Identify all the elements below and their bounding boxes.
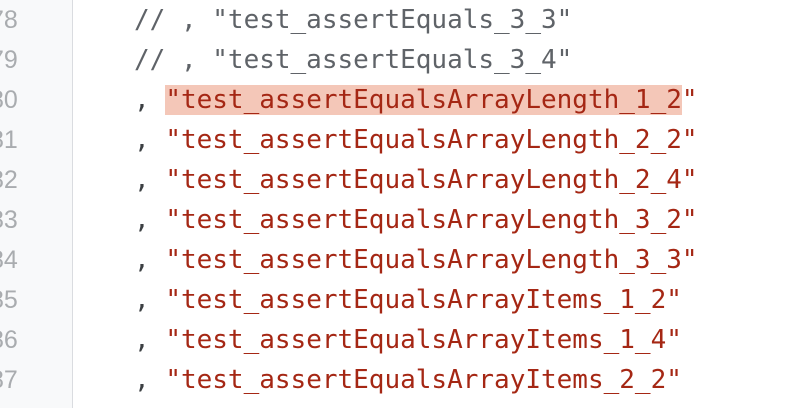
code-line-string[interactable]: , "test_assertEqualsArrayItems_1_2" bbox=[134, 280, 698, 320]
string-literal: test_assertEqualsArrayLength_3_3 bbox=[180, 245, 682, 275]
code-editor[interactable]: 78 79 80 81 82 83 84 85 86 87 // , "test… bbox=[0, 0, 806, 408]
quote-mark: " bbox=[681, 85, 698, 115]
quote-mark: " bbox=[165, 285, 181, 315]
line-number: 87 bbox=[0, 366, 18, 394]
quote-mark: " bbox=[666, 365, 682, 395]
code-lines[interactable]: // , "test_assertEquals_3_3" // , "test_… bbox=[134, 0, 698, 400]
line-number: 83 bbox=[0, 206, 18, 234]
line-number: 84 bbox=[0, 246, 18, 274]
quote-mark: " bbox=[666, 325, 682, 355]
comment-text: // , "test_assertEquals_3_4" bbox=[134, 45, 573, 75]
quote-mark: " bbox=[165, 85, 181, 115]
line-number: 81 bbox=[0, 126, 18, 154]
comment-text: // , "test_assertEquals_3_3" bbox=[134, 5, 573, 35]
string-literal: test_assertEqualsArrayItems_1_2 bbox=[180, 285, 667, 315]
quote-mark: " bbox=[165, 125, 181, 155]
string-literal: test_assertEqualsArrayItems_1_4 bbox=[180, 325, 667, 355]
quote-mark: " bbox=[165, 325, 181, 355]
line-number: 79 bbox=[0, 46, 18, 74]
line-prefix: , bbox=[134, 205, 166, 235]
quote-mark: " bbox=[666, 285, 682, 315]
line-number: 80 bbox=[0, 86, 18, 114]
selection-highlight: "test_assertEqualsArrayLength_1_2 bbox=[165, 85, 682, 115]
line-prefix: , bbox=[134, 125, 166, 155]
code-line-string[interactable]: , "test_assertEqualsArrayLength_2_2" bbox=[134, 120, 698, 160]
code-line-string[interactable]: , "test_assertEqualsArrayItems_2_2" bbox=[134, 360, 698, 400]
line-prefix: , bbox=[134, 165, 166, 195]
code-line-string[interactable]: , "test_assertEqualsArrayLength_3_2" bbox=[134, 200, 698, 240]
code-line-comment[interactable]: // , "test_assertEquals_3_4" bbox=[134, 40, 698, 80]
line-number-list: 78 79 80 81 82 83 84 85 86 87 bbox=[0, 0, 18, 400]
string-literal: test_assertEqualsArrayLength_1_2 bbox=[180, 85, 682, 115]
line-prefix: , bbox=[134, 285, 166, 315]
line-number: 82 bbox=[0, 166, 18, 194]
string-literal: test_assertEqualsArrayLength_2_4 bbox=[180, 165, 682, 195]
line-prefix: , bbox=[134, 245, 166, 275]
gutter-divider bbox=[72, 0, 73, 408]
quote-mark: " bbox=[165, 245, 181, 275]
quote-mark: " bbox=[681, 125, 698, 155]
code-line-string[interactable]: , "test_assertEqualsArrayLength_3_3" bbox=[134, 240, 698, 280]
line-prefix: , bbox=[134, 365, 166, 395]
code-line-string[interactable]: , "test_assertEqualsArrayLength_2_4" bbox=[134, 160, 698, 200]
string-literal: test_assertEqualsArrayLength_2_2 bbox=[180, 125, 682, 155]
line-number: 85 bbox=[0, 286, 18, 314]
code-line-comment[interactable]: // , "test_assertEquals_3_3" bbox=[134, 0, 698, 40]
code-line-string[interactable]: , "test_assertEqualsArrayLength_1_2" bbox=[134, 80, 698, 120]
string-literal: test_assertEqualsArrayItems_2_2 bbox=[180, 365, 667, 395]
string-literal: test_assertEqualsArrayLength_3_2 bbox=[180, 205, 682, 235]
quote-mark: " bbox=[165, 205, 181, 235]
line-number: 86 bbox=[0, 326, 18, 354]
line-number-gutter: 78 79 80 81 82 83 84 85 86 87 bbox=[0, 0, 72, 408]
quote-mark: " bbox=[165, 165, 181, 195]
line-prefix: , bbox=[134, 85, 166, 115]
quote-mark: " bbox=[681, 205, 698, 235]
line-number: 78 bbox=[0, 6, 18, 34]
quote-mark: " bbox=[681, 165, 698, 195]
quote-mark: " bbox=[681, 245, 698, 275]
line-prefix: , bbox=[134, 325, 166, 355]
code-line-string[interactable]: , "test_assertEqualsArrayItems_1_4" bbox=[134, 320, 698, 360]
quote-mark: " bbox=[165, 365, 181, 395]
